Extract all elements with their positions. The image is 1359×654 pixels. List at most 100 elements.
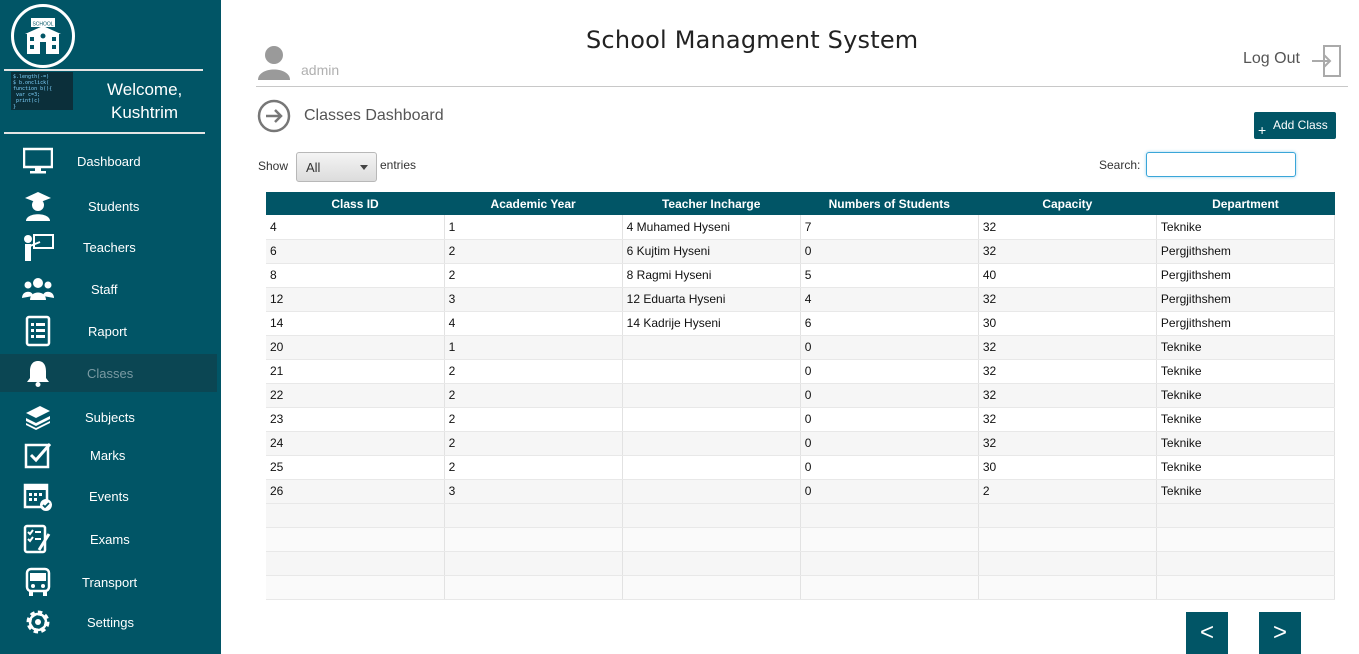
table-cell bbox=[978, 503, 1157, 528]
table-row[interactable]: 12 3 12 Eduarta Hyseni 4 32 Pergjithshem bbox=[266, 287, 1336, 312]
page-title: Classes Dashboard bbox=[304, 107, 444, 124]
sidebar-item-students[interactable]: Students bbox=[0, 187, 221, 225]
sidebar-item-settings[interactable]: Settings bbox=[0, 603, 221, 641]
table-cell bbox=[444, 551, 623, 576]
table-cell: 6 bbox=[800, 311, 979, 336]
sidebar-item-dashboard[interactable]: Dashboard bbox=[0, 142, 221, 180]
sidebar-item-transport[interactable]: Transport bbox=[0, 563, 221, 601]
table-row[interactable]: 414 Muhamed Hyseni 7 32 Teknike bbox=[266, 215, 1336, 240]
search-input[interactable] bbox=[1146, 152, 1296, 177]
empty-table-row bbox=[266, 575, 1336, 600]
table-cell: 4 bbox=[266, 215, 445, 240]
sidebar-item-label: Raport bbox=[88, 323, 128, 339]
table-cell: 22 bbox=[266, 383, 445, 408]
sidebar-item-subjects[interactable]: Subjects bbox=[0, 398, 221, 436]
table-cell: 14 bbox=[266, 311, 445, 336]
sidebar-item-label: Exams bbox=[90, 531, 130, 547]
calendar-icon bbox=[22, 480, 54, 512]
table-cell: 32 bbox=[978, 239, 1157, 264]
table-cell: 2 bbox=[444, 383, 623, 408]
column-header[interactable]: Class ID bbox=[266, 192, 445, 215]
table-cell bbox=[1156, 575, 1336, 600]
search-label: Search: bbox=[1099, 158, 1141, 172]
exam-icon bbox=[22, 523, 54, 555]
table-cell: 0 bbox=[800, 335, 979, 360]
sidebar-item-label: Events bbox=[89, 488, 129, 504]
gear-icon bbox=[22, 606, 54, 638]
table-cell bbox=[622, 503, 801, 528]
table-row[interactable]: 25 2 0 30 Teknike bbox=[266, 455, 1336, 480]
table-cell: 0 bbox=[800, 359, 979, 384]
table-row[interactable]: 24 2 0 32 Teknike bbox=[266, 431, 1336, 456]
sidebar-item-label: Dashboard bbox=[77, 153, 141, 169]
sidebar-item-events[interactable]: Events bbox=[0, 477, 221, 515]
table-cell bbox=[622, 407, 801, 432]
column-header[interactable]: Capacity bbox=[978, 192, 1157, 215]
table-cell: 7 bbox=[800, 215, 979, 240]
table-cell: 2 bbox=[444, 431, 623, 456]
entries-selected-value: All bbox=[306, 159, 321, 175]
user-icon bbox=[256, 44, 292, 80]
table-row[interactable]: 828 Ragmi Hyseni 5 40 Pergjithshem bbox=[266, 263, 1336, 288]
table-row[interactable]: 20 1 0 32 Teknike bbox=[266, 335, 1336, 360]
table-cell bbox=[622, 359, 801, 384]
sidebar-item-exams[interactable]: Exams bbox=[0, 520, 221, 558]
table-cell bbox=[266, 527, 445, 552]
table-cell bbox=[266, 503, 445, 528]
column-header[interactable]: Department bbox=[1156, 192, 1335, 215]
sidebar-item-teachers[interactable]: Teachers bbox=[0, 228, 221, 266]
table-row[interactable]: 26 3 0 2 Teknike bbox=[266, 479, 1336, 504]
sidebar-item-label: Teachers bbox=[83, 239, 136, 255]
table-cell: Teknike bbox=[1156, 335, 1336, 360]
column-header[interactable]: Teacher Incharge bbox=[622, 192, 801, 215]
table-cell bbox=[978, 527, 1157, 552]
sidebar-item-raport[interactable]: Raport bbox=[0, 312, 221, 350]
table-cell: Pergjithshem bbox=[1156, 311, 1336, 336]
table-row[interactable]: 21 2 0 32 Teknike bbox=[266, 359, 1336, 384]
table-cell bbox=[622, 479, 801, 504]
sidebar-item-label: Staff bbox=[91, 281, 118, 297]
table-cell: 24 bbox=[266, 431, 445, 456]
table-cell bbox=[444, 503, 623, 528]
table-cell: 6 bbox=[266, 239, 445, 264]
sidebar-item-label: Subjects bbox=[85, 409, 135, 425]
logout-link[interactable]: Log Out bbox=[1243, 50, 1300, 68]
table-cell: 32 bbox=[978, 287, 1157, 312]
table-cell: 2 bbox=[444, 239, 623, 264]
table-cell bbox=[266, 575, 445, 600]
next-page-button[interactable]: > bbox=[1259, 612, 1301, 654]
table-cell: 2 bbox=[978, 479, 1157, 504]
column-header[interactable]: Numbers of Students bbox=[800, 192, 979, 215]
column-header[interactable]: Academic Year bbox=[444, 192, 623, 215]
table-row[interactable]: 626 Kujtim Hyseni 0 32 Pergjithshem bbox=[266, 239, 1336, 264]
table-cell: 3 bbox=[444, 479, 623, 504]
add-class-label: Add Class bbox=[1273, 118, 1328, 132]
table-cell bbox=[622, 335, 801, 360]
sidebar-item-staff[interactable]: Staff bbox=[0, 270, 221, 308]
report-icon bbox=[22, 315, 54, 347]
chevron-down-icon bbox=[360, 165, 368, 170]
add-class-button[interactable]: + Add Class bbox=[1254, 112, 1336, 139]
previous-page-button[interactable]: < bbox=[1186, 612, 1228, 654]
table-cell: 2 bbox=[444, 263, 623, 288]
monitor-icon bbox=[22, 145, 54, 177]
entries-select[interactable]: All bbox=[296, 152, 377, 182]
table-cell: 14 Kadrije Hyseni bbox=[622, 311, 801, 336]
bell-icon bbox=[22, 357, 54, 389]
table-cell bbox=[800, 575, 979, 600]
user-avatar: $.length(-=) $ b.onclick( function b(){ … bbox=[11, 72, 73, 110]
sidebar-divider bbox=[4, 69, 203, 71]
table-cell: 0 bbox=[800, 455, 979, 480]
table-cell: 32 bbox=[978, 407, 1157, 432]
table-cell: Pergjithshem bbox=[1156, 287, 1336, 312]
table-row[interactable]: 22 2 0 32 Teknike bbox=[266, 383, 1336, 408]
logout-icon[interactable] bbox=[1310, 44, 1344, 78]
table-cell: 8 Ragmi Hyseni bbox=[622, 263, 801, 288]
sidebar-item-marks[interactable]: Marks bbox=[0, 436, 221, 474]
table-row[interactable]: 23 2 0 32 Teknike bbox=[266, 407, 1336, 432]
table-cell bbox=[978, 575, 1157, 600]
table-cell: 4 bbox=[444, 311, 623, 336]
table-row[interactable]: 14 4 14 Kadrije Hyseni 6 30 Pergjithshem bbox=[266, 311, 1336, 336]
sidebar-item-classes[interactable]: Classes bbox=[0, 354, 217, 392]
table-cell: 32 bbox=[978, 215, 1157, 240]
